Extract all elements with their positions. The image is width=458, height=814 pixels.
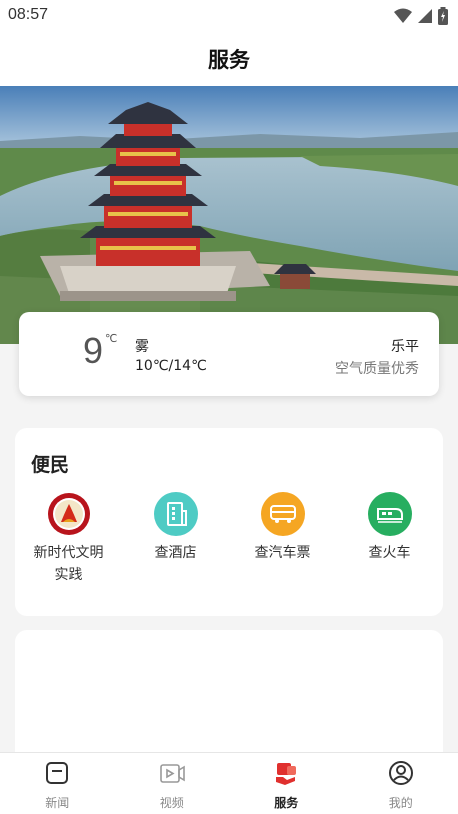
status-bar: 08:57 [0, 0, 458, 32]
hotel-icon [153, 492, 198, 536]
status-icons [394, 7, 448, 25]
service-hotel[interactable]: 查酒店 [122, 492, 229, 564]
page-title: 服务 [208, 48, 250, 72]
temperature: 9 [83, 330, 104, 371]
tab-label: 新闻 [45, 796, 70, 810]
train-icon [367, 492, 412, 536]
service-civilization-practice[interactable]: 新时代文明实践 [15, 492, 122, 586]
tab-service[interactable]: 服务 [229, 753, 344, 814]
temperature-unit: ℃ [105, 332, 118, 345]
city-name: 乐平 [391, 339, 419, 355]
scenery-illustration [0, 86, 458, 344]
signal-icon [418, 9, 432, 23]
service-bus-ticket[interactable]: 查汽车票 [229, 492, 336, 564]
weather-condition: 雾 [135, 339, 149, 355]
service-label: 新时代文明实践 [33, 545, 104, 583]
wifi-icon [394, 8, 412, 23]
tab-label: 视频 [159, 796, 184, 810]
bus-icon [260, 492, 305, 536]
air-quality: 空气质量优秀 [335, 361, 419, 377]
service-label: 查汽车票 [254, 545, 311, 561]
service-label: 查火车 [368, 545, 411, 561]
header: 服务 [0, 32, 458, 86]
services-card: 便民 新时代文明实践 查酒店 查汽车票 查火车 [15, 428, 443, 616]
tab-label: 我的 [388, 796, 413, 810]
tab-video[interactable]: 视频 [115, 753, 230, 814]
services-title: 便民 [31, 454, 70, 476]
bottom-tab-bar: 新闻 视频 服务 我的 [0, 752, 458, 814]
status-time: 08:57 [8, 6, 49, 23]
service-label: 查酒店 [154, 545, 197, 561]
weather-card[interactable]: 9 ℃ 雾 10℃/14℃ 乐平 空气质量优秀 [19, 312, 439, 396]
news-icon [46, 762, 69, 784]
tab-news[interactable]: 新闻 [0, 753, 115, 814]
battery-icon [438, 7, 448, 25]
tab-profile[interactable]: 我的 [344, 753, 458, 814]
profile-icon [388, 761, 413, 785]
tab-label: 服务 [274, 796, 299, 810]
civilization-emblem-icon [46, 492, 91, 536]
temperature-range: 10℃/14℃ [135, 358, 207, 374]
service-icon [276, 763, 297, 785]
banner-image [0, 86, 458, 344]
service-train[interactable]: 查火车 [336, 492, 443, 564]
empty-content-card [15, 630, 443, 760]
video-icon [159, 764, 185, 783]
